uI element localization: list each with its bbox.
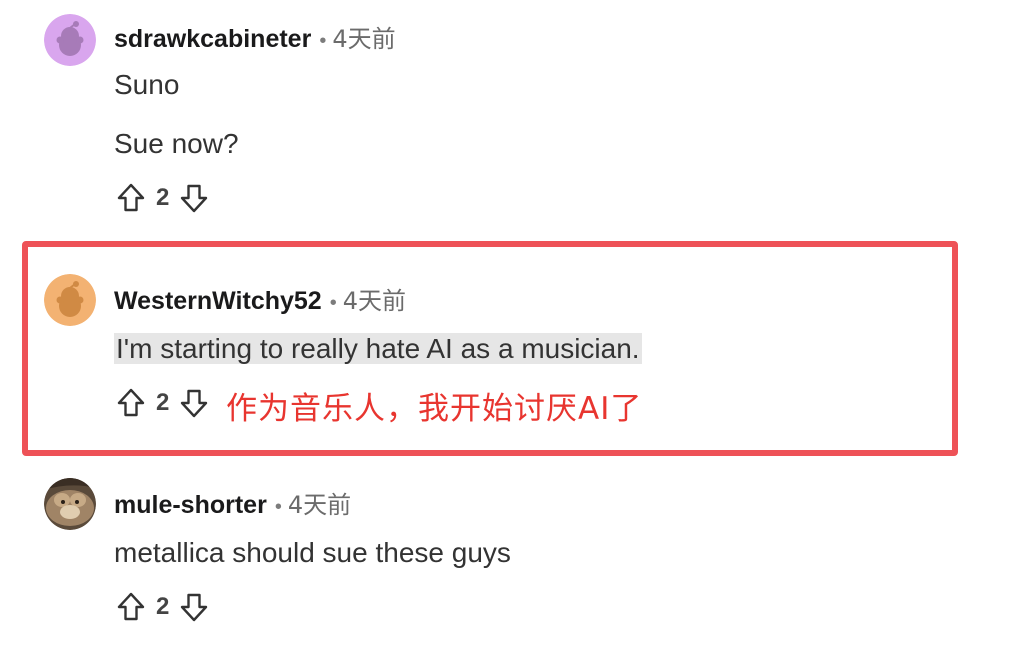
- user-avatar[interactable]: [44, 478, 96, 530]
- comment-text-line: Sue now?: [114, 128, 239, 159]
- comment-text-line: metallica should sue these guys: [114, 537, 511, 568]
- user-avatar[interactable]: [44, 14, 96, 66]
- timestamp[interactable]: 4天前: [288, 491, 351, 519]
- vote-bar: 2: [114, 178, 211, 218]
- highlighted-text: I'm starting to really hate AI as a musi…: [114, 333, 642, 364]
- vote-bar: 2: [114, 383, 211, 423]
- username[interactable]: mule-shorter: [114, 491, 267, 519]
- arrow-up-outline-icon[interactable]: [114, 181, 148, 215]
- vote-bar: 2: [114, 587, 211, 627]
- timestamp[interactable]: 4天前: [343, 287, 406, 315]
- timestamp[interactable]: 4天前: [332, 25, 395, 53]
- separator-dot: •: [319, 30, 327, 52]
- arrow-up-outline-icon[interactable]: [114, 590, 148, 624]
- arrow-down-outline-icon[interactable]: [177, 386, 211, 420]
- comment-meta: WesternWitchy52 • 4天前: [114, 286, 406, 318]
- vote-count: 2: [156, 593, 170, 620]
- username[interactable]: sdrawkcabineter: [114, 25, 311, 53]
- separator-dot: •: [274, 496, 282, 518]
- comment-text-line: Suno: [114, 69, 180, 100]
- comment-meta: sdrawkcabineter • 4天前: [114, 24, 396, 56]
- arrow-up-outline-icon[interactable]: [114, 386, 148, 420]
- comment: sdrawkcabineter • 4天前 Suno Sue now? 2: [44, 12, 924, 222]
- user-avatar[interactable]: [44, 274, 96, 326]
- comment-meta: mule-shorter • 4天前: [114, 490, 351, 522]
- vote-count: 2: [156, 389, 170, 416]
- comment: mule-shorter • 4天前 metallica should sue th…: [44, 478, 924, 638]
- vote-count: 2: [156, 184, 170, 211]
- username[interactable]: WesternWitchy52: [114, 287, 322, 315]
- separator-dot: •: [329, 292, 337, 314]
- arrow-down-outline-icon[interactable]: [177, 590, 211, 624]
- arrow-down-outline-icon[interactable]: [177, 181, 211, 215]
- annotation-text: 作为音乐人，我开始讨厌AI了: [226, 391, 643, 427]
- comment-text-line: I'm starting to really hate AI as a musi…: [114, 332, 642, 366]
